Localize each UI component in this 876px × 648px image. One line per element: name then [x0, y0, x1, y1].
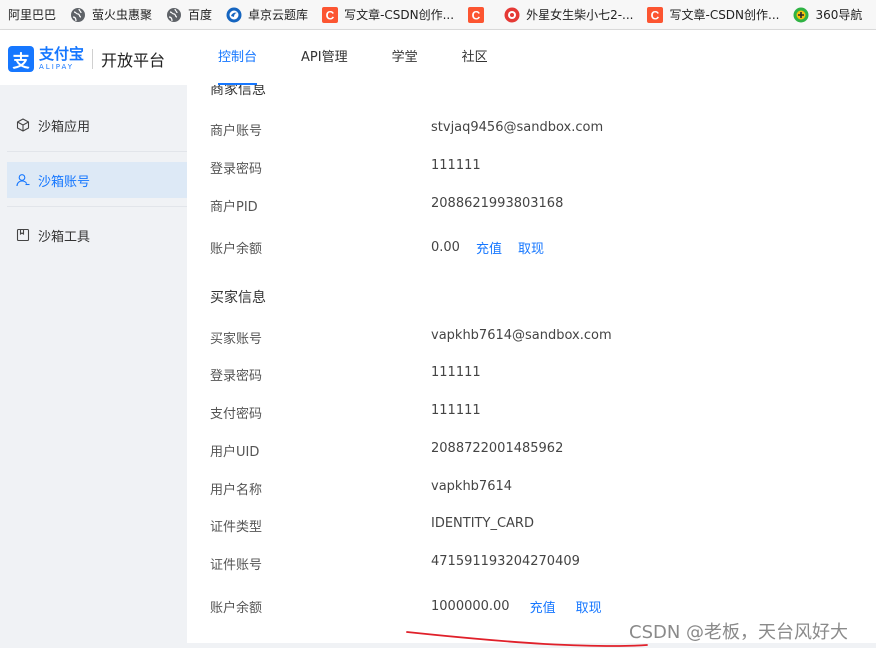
sidebar: 沙箱应用 沙箱账号 沙箱工具	[0, 85, 187, 648]
svg-text:C: C	[472, 8, 481, 22]
red-underline-annotation	[406, 631, 648, 647]
buyer-pay-password-value: 111111	[431, 403, 481, 418]
sidebar-item-sandbox-account[interactable]: 沙箱账号	[7, 162, 187, 198]
main-nav: 控制台 API管理 学堂 社区	[218, 30, 532, 85]
csdn-icon: C	[647, 6, 664, 23]
merchant-balance-label: 账户余额	[210, 242, 263, 257]
bookmark-label: 卓京云题库	[248, 8, 309, 22]
bookmark-label: 写文章-CSDN创作...	[669, 8, 780, 22]
buyer-uid-value: 2088722001485962	[431, 441, 563, 456]
tool-icon	[16, 228, 30, 242]
bookmark-csdn-write-2[interactable]: C 写文章-CSDN创作...	[647, 6, 779, 23]
top-header: 支 支付宝 ALIPAY 开放平台 控制台 API管理 学堂 社区	[0, 30, 876, 85]
bookmark-label: 百度	[188, 8, 213, 22]
svg-text:C: C	[326, 8, 335, 22]
bookmark-label: 萤火虫惠聚	[92, 8, 153, 22]
merchant-balance-value: 0.00 充值 取现	[431, 238, 544, 257]
play-icon	[504, 7, 520, 23]
value-text: 2088722001485962	[431, 441, 564, 456]
buyer-pay-password-label: 支付密码	[210, 407, 263, 422]
merchant-withdraw-link[interactable]: 取现	[518, 238, 544, 257]
merchant-recharge-link[interactable]: 充值	[476, 238, 502, 257]
buyer-balance-label: 账户余额	[210, 601, 263, 616]
sidebar-item-label: 沙箱应用	[38, 119, 91, 135]
merchant-pid-value: 2088621993803168	[431, 196, 563, 211]
value-text: 111111	[431, 365, 481, 380]
globe-icon	[166, 7, 182, 23]
buyer-account-label: 买家账号	[210, 332, 263, 347]
buyer-id-number-value: 471591193204270409	[431, 554, 580, 569]
csdn-icon: C	[468, 6, 485, 23]
svg-text:C: C	[651, 8, 660, 22]
buyer-id-number-label: 证件账号	[210, 558, 263, 573]
merchant-account-value: stvjaq9456@sandbox.com	[431, 120, 603, 135]
buyer-withdraw-link[interactable]: 取现	[576, 597, 602, 616]
value-text: vapkhb7614@sandbox.com	[431, 328, 612, 343]
cube-icon	[16, 118, 30, 132]
tab-console[interactable]: 控制台	[218, 30, 258, 85]
sidebar-item-sandbox-tools[interactable]: 沙箱工具	[7, 217, 187, 253]
value-text: stvjaq9456@sandbox.com	[431, 120, 604, 135]
logo-name-en: ALIPAY	[39, 63, 75, 71]
bookmark-baidu[interactable]: 百度	[166, 6, 212, 23]
bookmark-csdn-write-1[interactable]: C 写文章-CSDN创作...	[322, 6, 454, 23]
buyer-uid-label: 用户UID	[210, 445, 260, 460]
value-text: vapkhb7614	[431, 479, 513, 494]
tab-api-management[interactable]: API管理	[301, 30, 348, 85]
alipay-logo-text: 支付宝 ALIPAY	[39, 47, 84, 71]
merchant-pid-label: 商户PID	[210, 200, 258, 215]
360-icon	[793, 7, 809, 23]
bookmark-yinghuochong[interactable]: 萤火虫惠聚	[70, 6, 152, 23]
buyer-login-password-label: 登录密码	[210, 369, 263, 384]
logo-divider	[92, 49, 94, 69]
tab-academy[interactable]: 学堂	[392, 30, 418, 85]
bookmark-alibaba[interactable]: 阿里巴巴	[8, 6, 56, 23]
bookmark-label: 阿里巴巴	[8, 8, 57, 22]
tab-community[interactable]: 社区	[462, 30, 488, 85]
sidebar-divider	[7, 206, 187, 207]
sidebar-item-label: 沙箱账号	[38, 174, 91, 190]
value-text: IDENTITY_CARD	[431, 516, 534, 531]
main-content: 商家信息 商户账号 stvjaq9456@sandbox.com 登录密码 11…	[187, 85, 876, 643]
value-text: 2088621993803168	[431, 196, 564, 211]
logo-name-cn: 支付宝	[39, 45, 85, 63]
user-icon	[16, 173, 30, 187]
buyer-balance-value: 1000000.00 充值 取现	[431, 597, 602, 616]
merchant-account-label: 商户账号	[210, 124, 263, 139]
merchant-password-value: 111111	[431, 158, 481, 173]
globe-icon	[70, 7, 86, 23]
value-text: 111111	[431, 403, 481, 418]
platform-title: 开放平台	[101, 51, 166, 70]
bookmark-label: 写文章-CSDN创作...	[344, 8, 455, 22]
buyer-id-type-value: IDENTITY_CARD	[431, 516, 534, 531]
zhuojing-logo-icon	[226, 7, 242, 23]
bookmark-label: 360导航	[815, 8, 863, 22]
buyer-username-value: vapkhb7614	[431, 479, 512, 494]
buyer-recharge-link[interactable]: 充值	[530, 597, 556, 616]
value-text: 111111	[431, 158, 481, 173]
sidebar-item-label: 沙箱工具	[38, 229, 91, 245]
csdn-watermark: CSDN @老板，天台风好大	[629, 622, 849, 643]
bookmark-zhuojing[interactable]: 卓京云题库	[226, 6, 308, 23]
bookmark-label: 外星女生柴小七2-...	[526, 8, 634, 22]
value-text: 0.00	[431, 240, 460, 255]
alipay-logo[interactable]: 支 支付宝 ALIPAY 开放平台	[8, 46, 165, 72]
buyer-login-password-value: 111111	[431, 365, 481, 380]
merchant-password-label: 登录密码	[210, 162, 263, 177]
bookmark-video[interactable]: 外星女生柴小七2-...	[504, 6, 633, 23]
buyer-id-type-label: 证件类型	[210, 520, 263, 535]
sidebar-item-sandbox-app[interactable]: 沙箱应用	[7, 107, 187, 143]
bookmark-csdn[interactable]: C	[468, 6, 490, 23]
value-text: 1000000.00	[431, 599, 510, 614]
alipay-logo-mark: 支	[8, 46, 34, 72]
buyer-account-value: vapkhb7614@sandbox.com	[431, 328, 612, 343]
csdn-icon: C	[322, 6, 339, 23]
bookmark-360[interactable]: 360导航	[793, 6, 862, 23]
buyer-section-title: 买家信息	[210, 290, 266, 306]
sidebar-divider	[7, 151, 187, 152]
merchant-section-title: 商家信息	[210, 85, 266, 98]
buyer-username-label: 用户名称	[210, 483, 263, 498]
value-text: 471591193204270409	[431, 554, 580, 569]
bookmarks-bar: 阿里巴巴 萤火虫惠聚 百度 卓京云题库 C 写文章-CSDN创作... C 外星…	[0, 0, 876, 30]
